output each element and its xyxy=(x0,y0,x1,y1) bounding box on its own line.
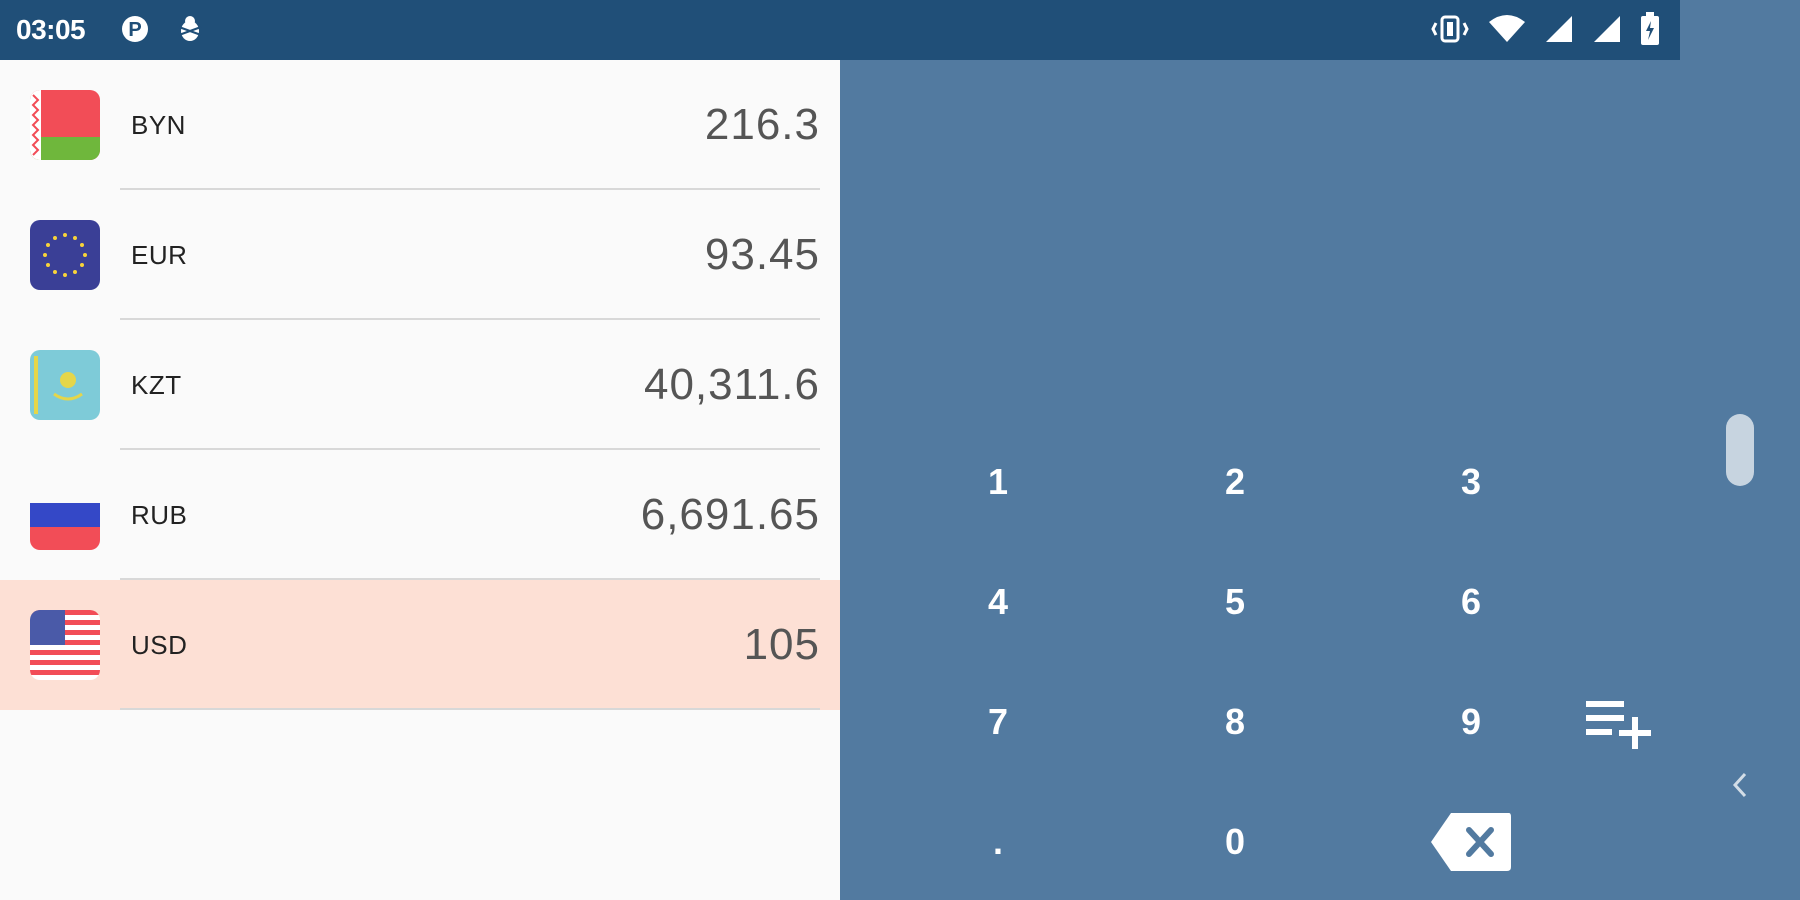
key-2[interactable]: 2 xyxy=(1175,437,1295,527)
key-7[interactable]: 7 xyxy=(938,677,1058,767)
add-currency-button[interactable] xyxy=(1570,678,1670,768)
playlist-add-icon xyxy=(1586,701,1651,749)
key-0[interactable]: 0 xyxy=(1175,797,1295,887)
scroll-handle[interactable] xyxy=(1726,414,1754,486)
currency-amount: 216.3 xyxy=(704,100,820,149)
currency-code: BYN xyxy=(131,110,186,140)
key-3[interactable]: 3 xyxy=(1411,437,1531,527)
wifi-icon xyxy=(1488,14,1526,49)
status-bar-extension xyxy=(1680,0,1800,60)
currency-code: KZT xyxy=(131,370,182,400)
usa-flag-icon xyxy=(30,610,100,680)
status-time: 03:05 xyxy=(16,14,86,45)
kazakhstan-flag-icon xyxy=(30,350,100,420)
svg-text:P: P xyxy=(128,19,141,41)
key-4[interactable]: 4 xyxy=(938,557,1058,647)
parking-app-icon: P xyxy=(120,12,150,51)
currency-code: EUR xyxy=(131,240,188,270)
currency-list: BYN 216.3 EUR 93.45 KZT 40,311.6 RUB 6,6… xyxy=(0,60,840,900)
chevron-left-icon xyxy=(1732,772,1747,798)
signal-icon xyxy=(1544,14,1574,49)
currency-amount: 105 xyxy=(743,620,820,669)
keypad-panel: 1 2 3 4 5 6 7 8 9 . 0 xyxy=(840,60,1800,900)
currency-code: USD xyxy=(131,630,188,660)
belarus-flag-icon xyxy=(30,90,100,160)
currency-amount: 93.45 xyxy=(704,230,820,279)
key-8[interactable]: 8 xyxy=(1175,677,1295,767)
bug-notification-icon xyxy=(174,13,206,50)
signal-icon xyxy=(1592,14,1622,49)
row-divider xyxy=(120,708,820,710)
key-decimal[interactable]: . xyxy=(938,797,1058,887)
currency-amount: 6,691.65 xyxy=(640,490,820,539)
russia-flag-icon xyxy=(30,480,100,550)
battery-icon xyxy=(1640,12,1660,51)
backspace-icon xyxy=(1431,813,1511,871)
eu-flag-icon xyxy=(30,220,100,290)
currency-code: RUB xyxy=(131,500,188,530)
backspace-button[interactable] xyxy=(1387,797,1555,887)
collapse-keypad-button[interactable] xyxy=(1720,740,1760,830)
currency-row-byn[interactable]: BYN 216.3 xyxy=(0,60,840,190)
key-5[interactable]: 5 xyxy=(1175,557,1295,647)
currency-row-kzt[interactable]: KZT 40,311.6 xyxy=(0,320,840,450)
currency-row-usd[interactable]: USD 105 xyxy=(0,580,840,710)
currency-row-eur[interactable]: EUR 93.45 xyxy=(0,190,840,320)
key-6[interactable]: 6 xyxy=(1411,557,1531,647)
currency-amount: 40,311.6 xyxy=(643,360,820,409)
vibrate-icon xyxy=(1430,13,1470,50)
key-9[interactable]: 9 xyxy=(1411,677,1531,767)
status-bar: 03:05 P xyxy=(0,0,1680,60)
key-1[interactable]: 1 xyxy=(938,437,1058,527)
currency-row-rub[interactable]: RUB 6,691.65 xyxy=(0,450,840,580)
